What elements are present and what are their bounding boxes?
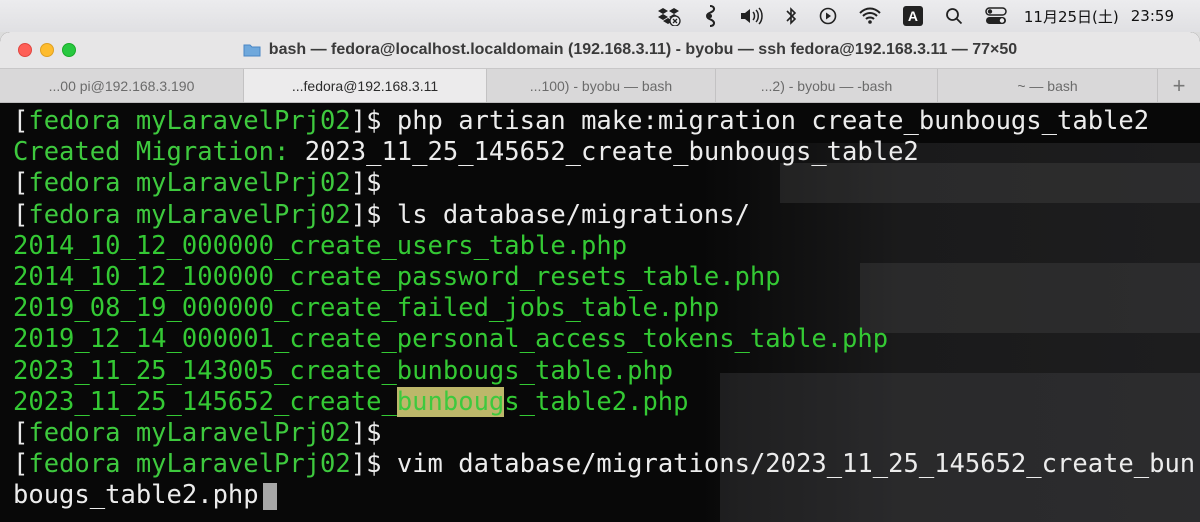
menu-bar: A 11月25日(土) 23:59 (0, 0, 1200, 32)
tab-label: ...fedora@192.168.3.11 (291, 77, 439, 94)
window-title-container: bash — fedora@localhost.localdomain (192… (0, 32, 1200, 68)
menubar-time[interactable]: 23:59 (1125, 7, 1180, 25)
search-highlight: bunboug (396, 386, 505, 417)
input-source-button[interactable]: A (892, 0, 934, 32)
file-list-item: 2019_12_14_000001_create_personal_access… (13, 324, 889, 355)
terminal-line: [fedora myLaravelPrj02]$ ls database/mig… (13, 199, 750, 230)
tab-label: ...2) - byobu — -bash (760, 77, 893, 94)
control-center-icon[interactable] (974, 0, 1018, 32)
dropbox-sync-icon[interactable] (646, 0, 692, 32)
tab-label: ...00 pi@192.168.3.190 (48, 77, 195, 94)
folder-icon (243, 44, 261, 57)
tab-fedora[interactable]: ...fedora@192.168.3.11 (244, 69, 487, 102)
wifi-icon[interactable] (848, 0, 892, 32)
menubar-date[interactable]: 11月25日(土) (1018, 6, 1125, 27)
terminal-line: [fedora myLaravelPrj02]$ (13, 417, 382, 448)
tab-label: ...100) - byobu — bash (529, 77, 673, 94)
window-title: bash — fedora@localhost.localdomain (192… (268, 41, 1018, 58)
tab-home-bash[interactable]: ~ — bash (938, 69, 1158, 102)
terminal-line: [fedora myLaravelPrj02]$ (13, 168, 382, 199)
terminal-window: bash — fedora@localhost.localdomain (192… (0, 32, 1200, 522)
play-circle-icon[interactable] (808, 0, 848, 32)
file-list-item: 2014_10_12_000000_create_users_table.php (13, 230, 628, 261)
tab-label: ~ — bash (1017, 77, 1078, 94)
terminal-line: [fedora myLaravelPrj02]$ php artisan mak… (13, 106, 1150, 136)
script-icon[interactable] (692, 0, 728, 32)
tab-byobu-bash[interactable]: ...100) - byobu — bash (487, 69, 716, 102)
tab-byobu-login-bash[interactable]: ...2) - byobu — -bash (716, 69, 938, 102)
tab-pi[interactable]: ...00 pi@192.168.3.190 (0, 69, 244, 102)
volume-icon[interactable] (728, 0, 774, 32)
file-list-item: 2023_11_25_143005_create_bunbougs_table.… (13, 355, 674, 386)
file-list-item: 2023_11_25_145652_create_bunbougs_table2… (13, 386, 689, 417)
file-list-item: 2014_10_12_100000_create_password_resets… (13, 261, 781, 292)
terminal-line: Created Migration: 2023_11_25_145652_cre… (13, 137, 919, 168)
search-icon[interactable] (934, 0, 974, 32)
terminal-output[interactable]: [fedora myLaravelPrj02]$ php artisan mak… (0, 103, 1200, 522)
terminal-line: [fedora myLaravelPrj02]$ vim database/mi… (13, 449, 1196, 480)
new-tab-button[interactable]: + (1158, 69, 1200, 102)
file-list-item: 2019_08_19_000000_create_failed_jobs_tab… (13, 293, 720, 324)
input-source-label: A (902, 6, 923, 26)
tab-bar: ...00 pi@192.168.3.190 ...fedora@192.168… (0, 68, 1200, 103)
text-cursor (262, 482, 277, 510)
title-bar[interactable]: bash — fedora@localhost.localdomain (192… (0, 32, 1200, 68)
terminal-input-line[interactable]: bougs_table2.php (13, 480, 1200, 511)
bluetooth-icon[interactable] (774, 0, 808, 32)
